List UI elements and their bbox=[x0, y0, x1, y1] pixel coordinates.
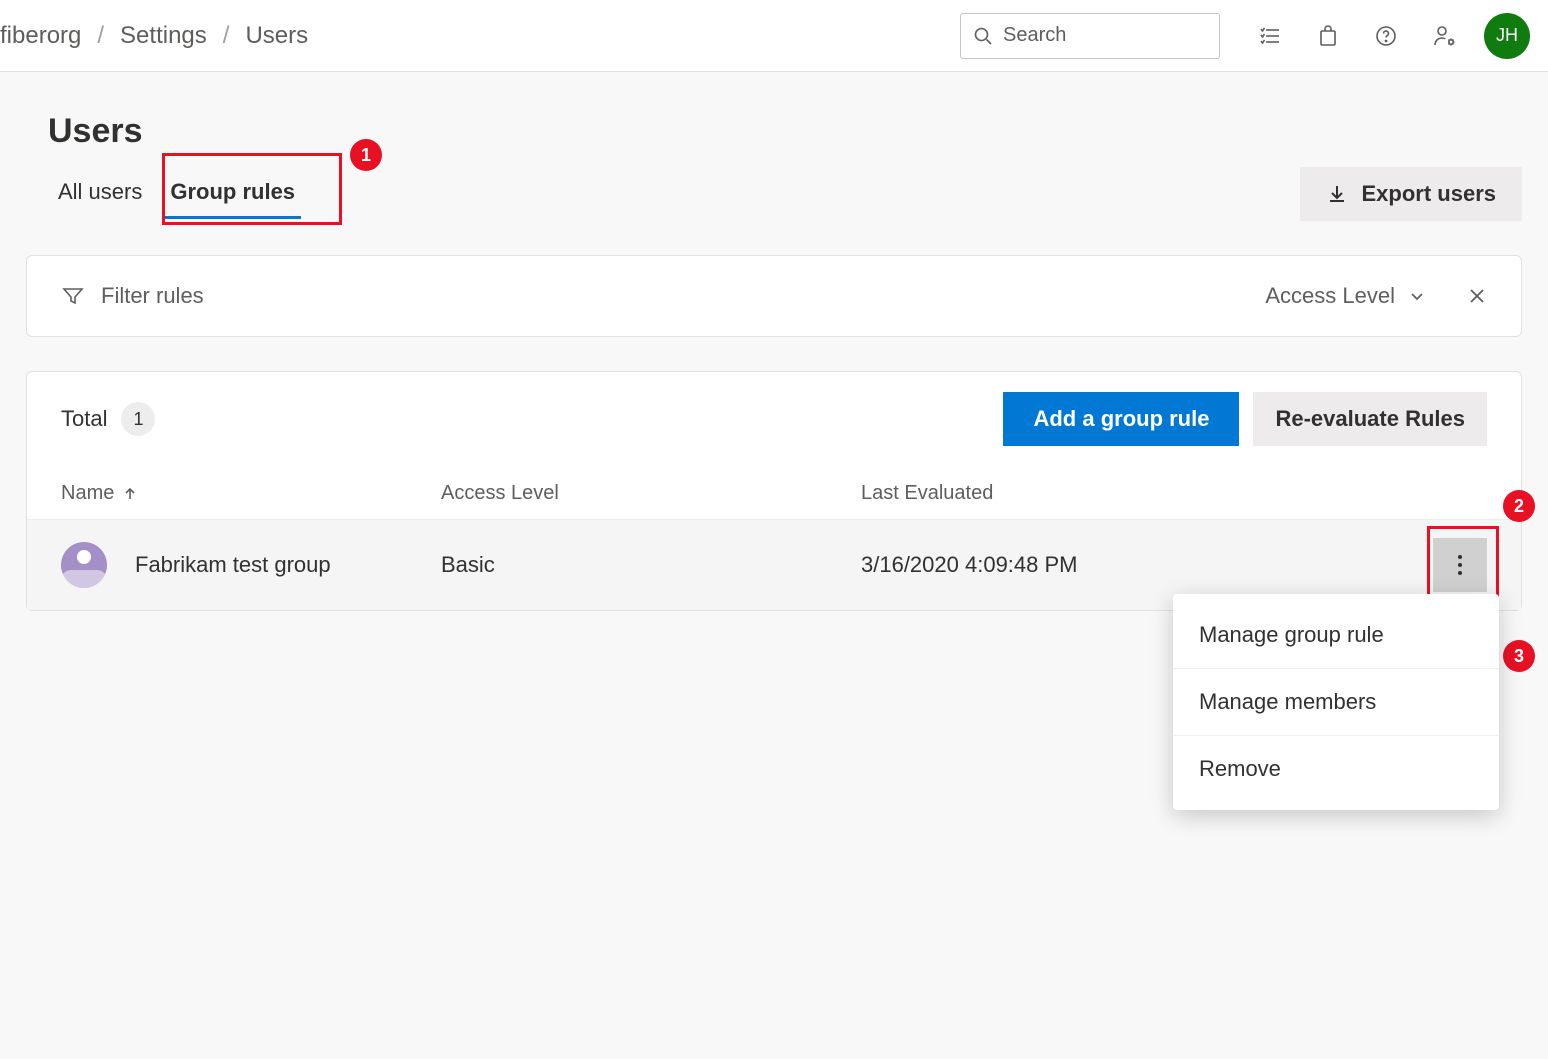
sort-up-icon bbox=[122, 486, 138, 502]
col-access-header[interactable]: Access Level bbox=[441, 482, 861, 505]
breadcrumb-sep: / bbox=[223, 22, 230, 50]
total-count: Total 1 bbox=[61, 402, 155, 436]
search-input[interactable] bbox=[1003, 24, 1207, 47]
col-name-label: Name bbox=[61, 482, 114, 505]
export-users-button[interactable]: Export users bbox=[1300, 167, 1523, 221]
help-icon[interactable] bbox=[1374, 24, 1398, 48]
breadcrumb-users[interactable]: Users bbox=[245, 22, 308, 50]
group-icon bbox=[61, 542, 107, 588]
breadcrumb-settings[interactable]: Settings bbox=[120, 22, 207, 50]
access-level-dropdown[interactable]: Access Level bbox=[1265, 283, 1427, 309]
menu-remove[interactable]: Remove bbox=[1173, 735, 1499, 802]
close-icon[interactable] bbox=[1467, 286, 1487, 306]
top-bar: fiberorg / Settings / Users JH bbox=[0, 0, 1548, 72]
annotation-badge-3: 3 bbox=[1503, 640, 1535, 672]
search-icon bbox=[973, 26, 993, 46]
tab-all-users[interactable]: All users bbox=[44, 169, 156, 219]
table-row[interactable]: Fabrikam test group Basic 3/16/2020 4:09… bbox=[27, 520, 1521, 610]
page-title: Users bbox=[48, 112, 1522, 151]
table-header-row: Total 1 Add a group rule Re-evaluate Rul… bbox=[27, 372, 1521, 464]
list-icon[interactable] bbox=[1258, 24, 1282, 48]
total-badge: 1 bbox=[121, 402, 155, 436]
filter-icon bbox=[61, 284, 85, 308]
column-headers: Name Access Level Last Evaluated bbox=[27, 464, 1521, 520]
filter-bar: Filter rules Access Level bbox=[26, 255, 1522, 337]
user-settings-icon[interactable] bbox=[1432, 23, 1458, 49]
search-box[interactable] bbox=[960, 13, 1220, 59]
row-access: Basic bbox=[441, 552, 861, 578]
reevaluate-rules-button[interactable]: Re-evaluate Rules bbox=[1253, 392, 1487, 446]
main-content: Users All users Group rules 1 Export use… bbox=[0, 72, 1548, 651]
row-last-evaluated: 3/16/2020 4:09:48 PM bbox=[861, 552, 1433, 578]
rules-table-card: Total 1 Add a group rule Re-evaluate Rul… bbox=[26, 371, 1522, 611]
more-actions-button[interactable] bbox=[1433, 538, 1487, 592]
breadcrumb-org[interactable]: fiberorg bbox=[0, 22, 81, 50]
more-vertical-icon bbox=[1457, 553, 1463, 577]
col-last-header[interactable]: Last Evaluated bbox=[861, 482, 1487, 505]
breadcrumb-sep: / bbox=[97, 22, 104, 50]
shopping-icon[interactable] bbox=[1316, 24, 1340, 48]
total-label: Total bbox=[61, 406, 107, 432]
breadcrumb: fiberorg / Settings / Users bbox=[0, 22, 308, 50]
access-level-label: Access Level bbox=[1265, 283, 1395, 309]
row-name: Fabrikam test group bbox=[135, 552, 441, 578]
menu-manage-members[interactable]: Manage members bbox=[1173, 668, 1499, 735]
tab-group-rules[interactable]: Group rules bbox=[156, 169, 309, 219]
add-group-rule-button[interactable]: Add a group rule bbox=[1003, 392, 1239, 446]
context-menu: Manage group rule Manage members Remove bbox=[1173, 594, 1499, 810]
filter-rules-label: Filter rules bbox=[101, 283, 204, 309]
filter-rules[interactable]: Filter rules bbox=[61, 283, 204, 309]
chevron-down-icon bbox=[1407, 286, 1427, 306]
avatar[interactable]: JH bbox=[1484, 13, 1530, 59]
tabs-row: All users Group rules 1 Export users bbox=[44, 167, 1522, 221]
top-icons bbox=[1258, 23, 1458, 49]
menu-manage-group-rule[interactable]: Manage group rule bbox=[1173, 602, 1499, 668]
col-name-header[interactable]: Name bbox=[61, 482, 441, 505]
export-users-label: Export users bbox=[1362, 181, 1497, 207]
download-icon bbox=[1326, 183, 1348, 205]
